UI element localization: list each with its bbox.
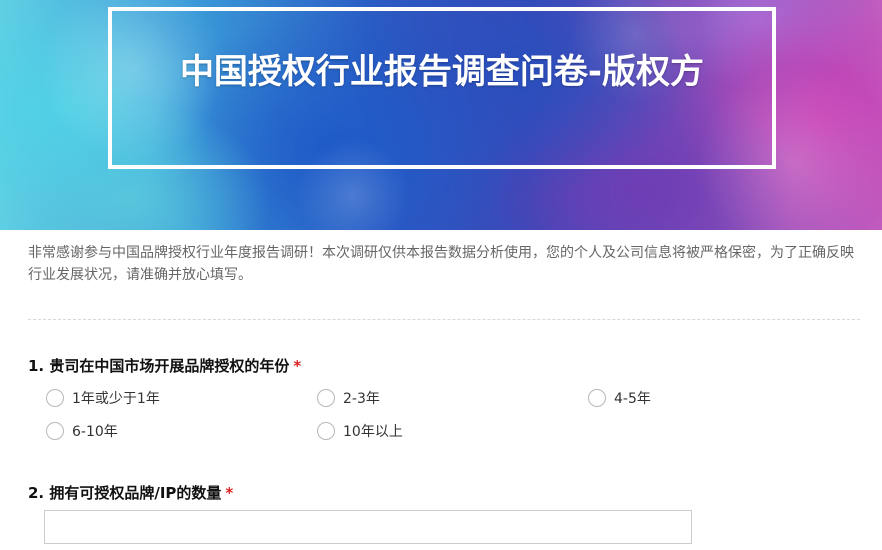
option-10-plus-years[interactable]: 10年以上	[317, 421, 403, 441]
brand-count-input[interactable]	[44, 510, 692, 544]
header-banner: 中国授权行业报告调查问卷-版权方	[0, 0, 882, 230]
radio-button[interactable]	[317, 422, 335, 440]
radio-button[interactable]	[46, 422, 64, 440]
survey-content: 非常感谢参与中国品牌授权行业年度报告调研！本次调研仅供本报告数据分析使用，您的个…	[0, 230, 882, 550]
option-2-3-years[interactable]: 2-3年	[317, 388, 380, 408]
question-2-label: 2. 拥有可授权品牌/IP的数量	[28, 484, 222, 502]
option-1-year-or-less[interactable]: 1年或少于1年	[46, 388, 160, 408]
survey-intro: 非常感谢参与中国品牌授权行业年度报告调研！本次调研仅供本报告数据分析使用，您的个…	[28, 245, 854, 283]
option-label: 6-10年	[72, 424, 118, 440]
title-frame: 中国授权行业报告调查问卷-版权方	[108, 7, 776, 169]
survey-page: 中国授权行业报告调查问卷-版权方 非常感谢参与中国品牌授权行业年度报告调研！本次…	[0, 0, 882, 550]
section-divider	[28, 319, 860, 320]
radio-button[interactable]	[588, 389, 606, 407]
option-label: 1年或少于1年	[72, 391, 160, 407]
radio-button[interactable]	[46, 389, 64, 407]
required-marker: *	[225, 484, 234, 502]
option-6-10-years[interactable]: 6-10年	[46, 421, 118, 441]
option-4-5-years[interactable]: 4-5年	[588, 388, 651, 408]
option-label: 2-3年	[343, 391, 380, 407]
question-1-title: 1. 贵司在中国市场开展品牌授权的年份 *	[28, 355, 301, 376]
required-marker: *	[293, 357, 302, 375]
option-label: 4-5年	[614, 391, 651, 407]
page-title: 中国授权行业报告调查问卷-版权方	[179, 51, 705, 92]
question-2-title: 2. 拥有可授权品牌/IP的数量 *	[28, 482, 233, 503]
question-1-label: 1. 贵司在中国市场开展品牌授权的年份	[28, 357, 290, 375]
radio-button[interactable]	[317, 389, 335, 407]
option-label: 10年以上	[343, 424, 403, 440]
